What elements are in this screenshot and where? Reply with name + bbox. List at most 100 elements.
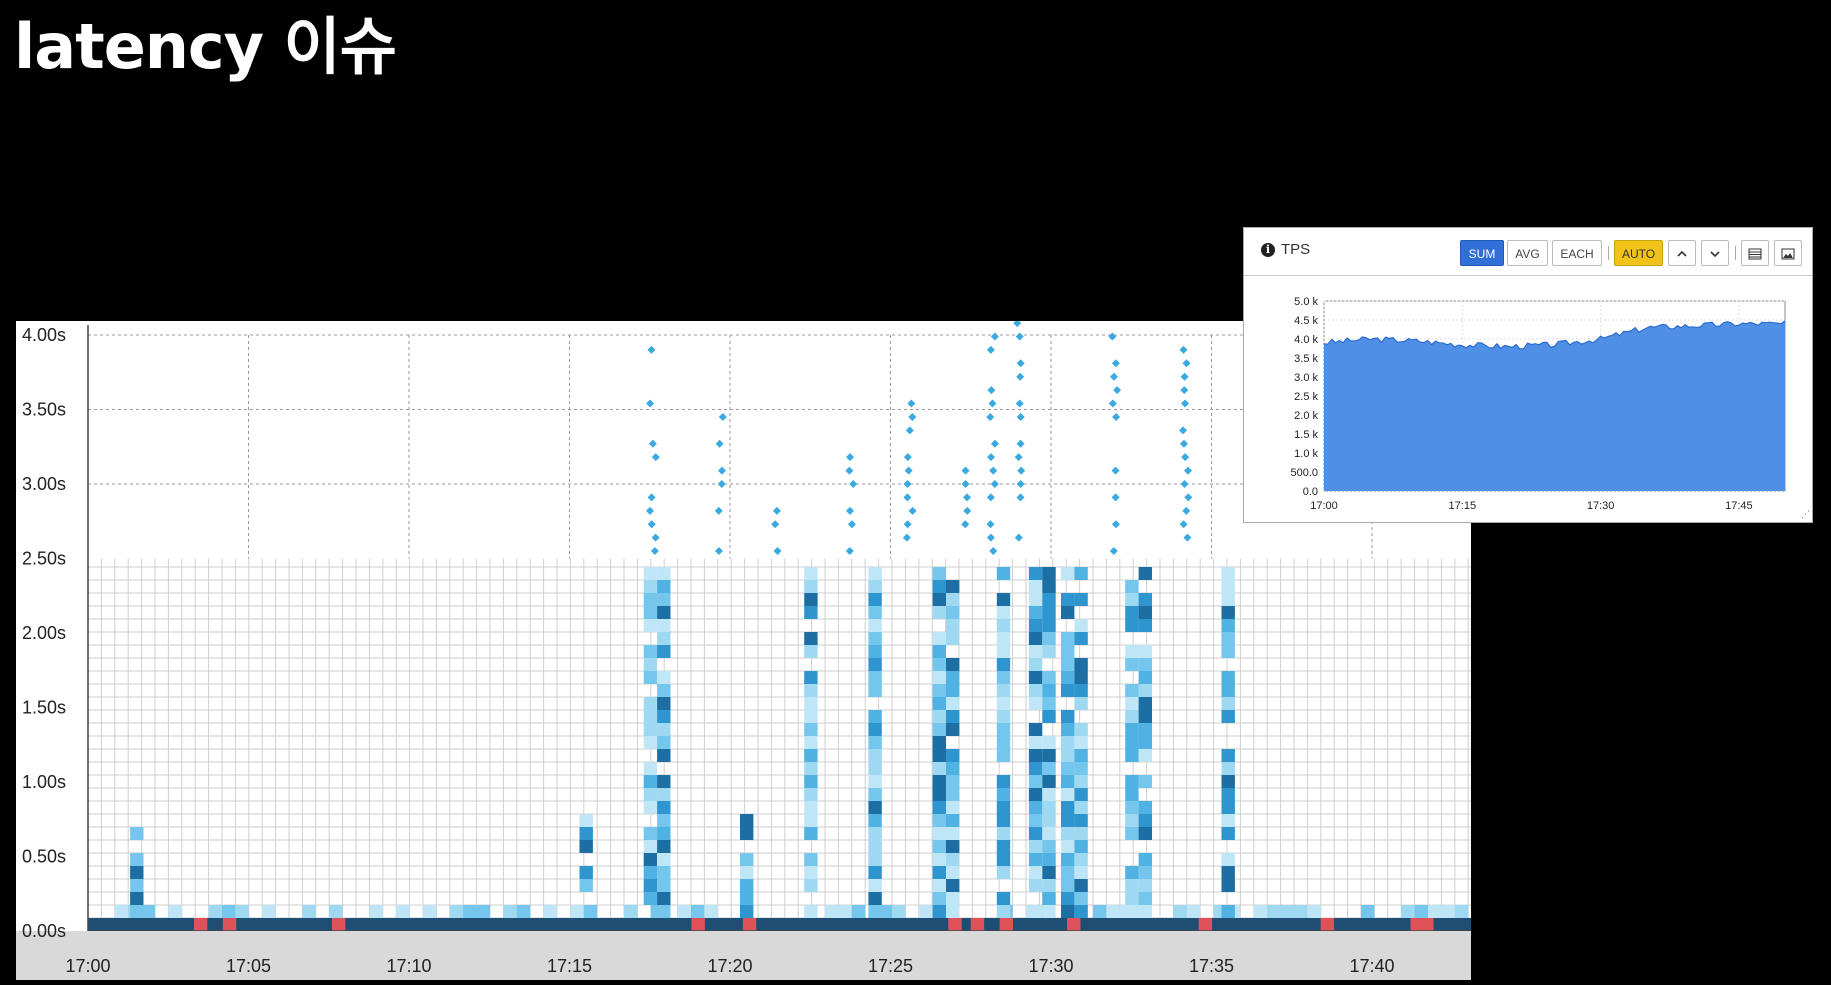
heatmap-cell	[1061, 905, 1075, 918]
heatmap-cell	[868, 710, 882, 723]
outlier-dot	[717, 480, 726, 488]
heatmap-cell	[643, 840, 658, 853]
heatmap-cell	[1221, 684, 1235, 697]
heatmap-cell	[643, 710, 658, 723]
heatmap-cell	[1221, 580, 1235, 593]
heatmap-cell	[932, 697, 946, 710]
heatmap-cell	[1028, 801, 1043, 814]
auto-button[interactable]: AUTO	[1614, 240, 1663, 266]
heatmap-cell	[804, 710, 818, 723]
each-button[interactable]: EACH	[1552, 240, 1602, 266]
heatmap-cell	[643, 866, 658, 879]
heatmap-cell	[643, 736, 658, 749]
heatmap-cell	[996, 619, 1011, 632]
x-tick-label: 17:30	[1028, 956, 1073, 976]
outlier-dot	[903, 520, 912, 529]
heatmap-cell	[946, 905, 960, 918]
table-icon	[1748, 248, 1762, 260]
heatmap-cell	[1042, 736, 1056, 749]
heatmap-cell	[1061, 658, 1075, 671]
heatmap-spike-column	[1061, 567, 1088, 918]
heatmap-spike-column	[643, 567, 671, 918]
heatmap-cell	[946, 814, 960, 827]
heatmap-cell	[868, 684, 882, 697]
heatmap-cell	[932, 905, 946, 918]
heatmap-cell	[868, 879, 882, 892]
heatmap-cell	[932, 567, 946, 580]
heatmap-cell	[946, 762, 960, 775]
heatmap-cell	[868, 788, 882, 801]
heatmap-cell	[996, 853, 1011, 866]
heatmap-cell	[1028, 866, 1043, 879]
heatmap-cell	[657, 723, 671, 736]
outlier-dot	[1108, 332, 1117, 341]
heatmap-cell	[657, 749, 671, 762]
heatmap-cell	[1074, 684, 1088, 697]
x-tick-label: 17:25	[868, 956, 913, 976]
heatmap-cell	[1138, 736, 1152, 749]
outlier-dot	[849, 480, 858, 488]
heatmap-cell	[1061, 671, 1075, 684]
tps-y-tick-label: 1.5 k	[1294, 429, 1318, 441]
heatmap-cell	[996, 840, 1011, 853]
heatmap-cell	[740, 853, 754, 866]
heatmap-cell	[1028, 827, 1043, 840]
heatmap-cell	[657, 866, 671, 879]
heatmap-cell	[932, 827, 946, 840]
image-export-button[interactable]	[1774, 240, 1802, 266]
heatmap-cell	[1028, 749, 1043, 762]
heatmap-cell	[1042, 632, 1056, 645]
table-view-button[interactable]	[1741, 240, 1769, 266]
heatmap-cell	[1042, 853, 1056, 866]
heatmap-cell	[643, 775, 658, 788]
outlier-dot	[845, 466, 854, 475]
heatmap-cell	[643, 619, 658, 632]
heatmap-cell	[1138, 749, 1152, 762]
heatmap-cell	[1028, 905, 1043, 918]
heatmap-cell	[946, 606, 960, 619]
outlier-dot	[990, 439, 999, 448]
outlier-dot	[715, 439, 724, 448]
tps-title-label: TPS	[1281, 241, 1311, 258]
heatmap-cell	[996, 892, 1011, 905]
avg-button[interactable]: AVG	[1507, 240, 1548, 266]
scale-down-button[interactable]	[1701, 240, 1729, 266]
heatmap-cell	[868, 736, 882, 749]
heatmap-cell	[740, 814, 754, 827]
heatmap-cell	[130, 905, 144, 918]
outlier-dot	[773, 547, 782, 556]
heatmap-cell	[1028, 567, 1043, 580]
resize-grip-icon[interactable]: ⋰	[1801, 511, 1810, 520]
heatmap-cell	[657, 606, 671, 619]
heatmap-cell	[1028, 658, 1043, 671]
heatmap-cell	[804, 606, 818, 619]
heatmap-cell	[657, 710, 671, 723]
heatmap-cell	[996, 697, 1011, 710]
sum-button[interactable]: SUM	[1460, 240, 1504, 266]
y-tick-label: 1.50s	[22, 698, 66, 718]
outlier-dot	[651, 533, 660, 542]
heatmap-cell	[1028, 671, 1043, 684]
heatmap-cell	[804, 645, 818, 658]
heatmap-cell	[740, 879, 754, 892]
heatmap-cell	[1221, 801, 1235, 814]
error-marker	[222, 918, 237, 931]
outlier-dot	[961, 520, 970, 529]
error-marker	[948, 918, 962, 931]
heatmap-cell	[868, 658, 882, 671]
heatmap-cell	[932, 775, 946, 788]
outlier-dot	[987, 453, 996, 462]
heatmap-cell	[1221, 632, 1235, 645]
heatmap-cell	[1074, 671, 1088, 684]
heatmap-cell	[804, 671, 818, 684]
info-icon[interactable]: i	[1261, 242, 1275, 257]
error-marker	[1067, 918, 1081, 931]
heatmap-cell	[1125, 723, 1139, 736]
heatmap-cell	[1138, 879, 1152, 892]
scale-up-button[interactable]	[1668, 240, 1696, 266]
heatmap-cell	[1042, 671, 1056, 684]
heatmap-cell	[1074, 775, 1088, 788]
toolbar-separator	[1608, 246, 1609, 260]
heatmap-cell	[1221, 710, 1235, 723]
heatmap-cell	[1061, 853, 1075, 866]
